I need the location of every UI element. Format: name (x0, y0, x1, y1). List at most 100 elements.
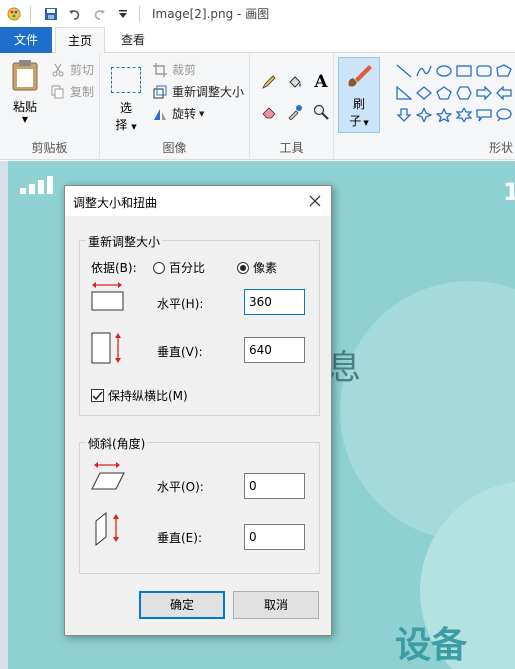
six-point-star-shape-icon[interactable] (454, 107, 474, 123)
canvas-word: 设备 (395, 625, 468, 666)
keep-aspect-ratio-label: 保持纵横比(M) (108, 389, 188, 403)
resize-icon (152, 84, 168, 100)
clipboard-group-label: 剪贴板 (31, 141, 68, 155)
skew-vertical-label: 垂直(E): (157, 531, 202, 545)
tab-home[interactable]: 主页 (55, 27, 105, 54)
cut-button[interactable]: 剪切 (50, 61, 94, 78)
signal-strength-icon (20, 176, 53, 194)
divider (139, 5, 140, 22)
oval-shape-icon[interactable] (434, 63, 454, 79)
resize-skew-dialog: 调整大小和扭曲 重新调整大小 依据(B): 百分比 像素 水平(H): 360 … (64, 185, 332, 636)
copy-label: 复制 (70, 85, 95, 99)
hexagon-shape-icon[interactable] (454, 85, 474, 101)
dialog-title-bar: 调整大小和扭曲 (65, 186, 331, 216)
skew-horizontal-input[interactable]: 0 (244, 473, 305, 499)
scissors-icon (50, 62, 66, 78)
tab-file[interactable]: 文件 (0, 27, 52, 53)
radio-circle (153, 261, 165, 274)
paint-app-icon[interactable] (4, 4, 24, 24)
horizontal-skew-icon (91, 462, 125, 490)
window-title: Image[2].png - 画图 (152, 7, 270, 21)
image-group: 选 择 ▼ 裁剪 重新调整大小 旋转 ▼ 图像 (100, 53, 250, 160)
five-point-star-shape-icon[interactable] (434, 107, 454, 123)
skew-horizontal-label: 水平(O): (157, 480, 204, 494)
oval-callout-shape-icon[interactable] (494, 107, 514, 123)
speech-bubble-shape-icon[interactable] (474, 107, 494, 123)
tools-group: A 工具 (250, 53, 334, 160)
resize-section-title: 重新调整大小 (86, 233, 163, 250)
paste-button[interactable]: 粘贴 ▼ (6, 59, 44, 133)
shapes-group-label: 形状 (488, 141, 513, 155)
horizontal-label: 水平(H): (157, 297, 204, 311)
vertical-input[interactable]: 640 (244, 337, 305, 363)
divider (30, 5, 31, 22)
pixels-radio[interactable]: 像素 (237, 259, 277, 276)
cancel-button[interactable]: 取消 (233, 591, 319, 619)
color-picker-icon[interactable] (284, 101, 306, 123)
triangle-shape-icon[interactable] (394, 85, 414, 101)
image-group-label: 图像 (162, 141, 187, 155)
select-label-2: 择 ▼ (115, 118, 137, 132)
brush-group: 刷 子 ▼ (334, 53, 386, 160)
right-arrow-shape-icon[interactable] (474, 85, 494, 101)
horizontal-resize-icon (91, 282, 124, 311)
skew-section-title: 倾斜(角度) (86, 435, 148, 452)
brush-label-1: 刷 (352, 97, 365, 111)
magnifier-icon[interactable] (310, 101, 332, 123)
resize-label: 重新调整大小 (172, 85, 245, 99)
brush-icon (348, 65, 372, 87)
crop-label: 裁剪 (172, 63, 197, 77)
percent-radio[interactable]: 百分比 (153, 259, 205, 276)
title-bar: Image[2].png - 画图 (0, 0, 515, 27)
down-arrow-shape-icon[interactable] (394, 107, 414, 123)
vertical-resize-icon (91, 332, 121, 364)
keep-aspect-ratio-checkbox[interactable]: 保持纵横比(M) (91, 387, 188, 404)
rotate-label: 旋转 (172, 107, 197, 121)
crop-button[interactable]: 裁剪 (152, 61, 196, 78)
rotate-button[interactable]: 旋转 ▼ (152, 105, 204, 122)
checkmark-icon (91, 389, 104, 402)
quick-access-toolbar (0, 0, 146, 27)
percent-label: 百分比 (169, 261, 206, 275)
tab-view[interactable]: 查看 (110, 27, 156, 53)
copy-button[interactable]: 复制 (50, 83, 94, 100)
canvas-digit: 1 (503, 178, 515, 206)
chevron-down-icon: ▼ (21, 115, 29, 124)
horizontal-input[interactable]: 360 (244, 289, 305, 315)
rotate-icon (152, 106, 168, 122)
select-button[interactable]: 选 择 ▼ (108, 61, 144, 141)
eraser-icon[interactable] (258, 101, 280, 123)
customize-quick-access-icon[interactable] (113, 4, 133, 24)
undo-icon[interactable] (65, 4, 85, 24)
save-icon[interactable] (41, 4, 61, 24)
ribbon: 粘贴 ▼ 剪切 复制 剪贴板 选 择 ▼ 裁剪 重新调整大小 旋转 ▼ 图像 A… (0, 53, 515, 160)
vertical-skew-icon (95, 511, 119, 547)
rounded-rectangle-shape-icon[interactable] (474, 63, 494, 79)
shapes-group: 形状 (386, 53, 515, 160)
redo-icon[interactable] (89, 4, 109, 24)
line-shape-icon[interactable] (394, 63, 414, 79)
radio-circle (237, 261, 249, 274)
diamond-shape-icon[interactable] (414, 85, 434, 101)
resize-button[interactable]: 重新调整大小 (152, 83, 244, 100)
tools-group-label: 工具 (279, 141, 304, 155)
ribbon-tabs: 文件 主页 查看 (0, 27, 515, 54)
text-tool-icon[interactable]: A (310, 71, 332, 93)
canvas-margin (0, 161, 8, 669)
ok-button[interactable]: 确定 (139, 591, 225, 619)
pentagon-shape-icon[interactable] (434, 85, 454, 101)
close-icon[interactable] (305, 191, 325, 211)
clipboard-group: 粘贴 ▼ 剪切 复制 剪贴板 (0, 53, 100, 160)
paste-label: 粘贴 (12, 100, 37, 114)
skew-vertical-input[interactable]: 0 (244, 524, 305, 550)
four-point-star-shape-icon[interactable] (414, 107, 434, 123)
left-arrow-shape-icon[interactable] (494, 85, 514, 101)
polygon-shape-icon[interactable] (494, 63, 514, 79)
chevron-down-icon: ▼ (199, 109, 205, 118)
rectangle-shape-icon[interactable] (454, 63, 474, 79)
pencil-icon[interactable] (258, 71, 280, 93)
fill-bucket-icon[interactable] (284, 71, 306, 93)
canvas-glyph: 息 (327, 348, 361, 388)
curve-shape-icon[interactable] (414, 63, 434, 79)
brush-button[interactable]: 刷 子 ▼ (338, 57, 380, 133)
